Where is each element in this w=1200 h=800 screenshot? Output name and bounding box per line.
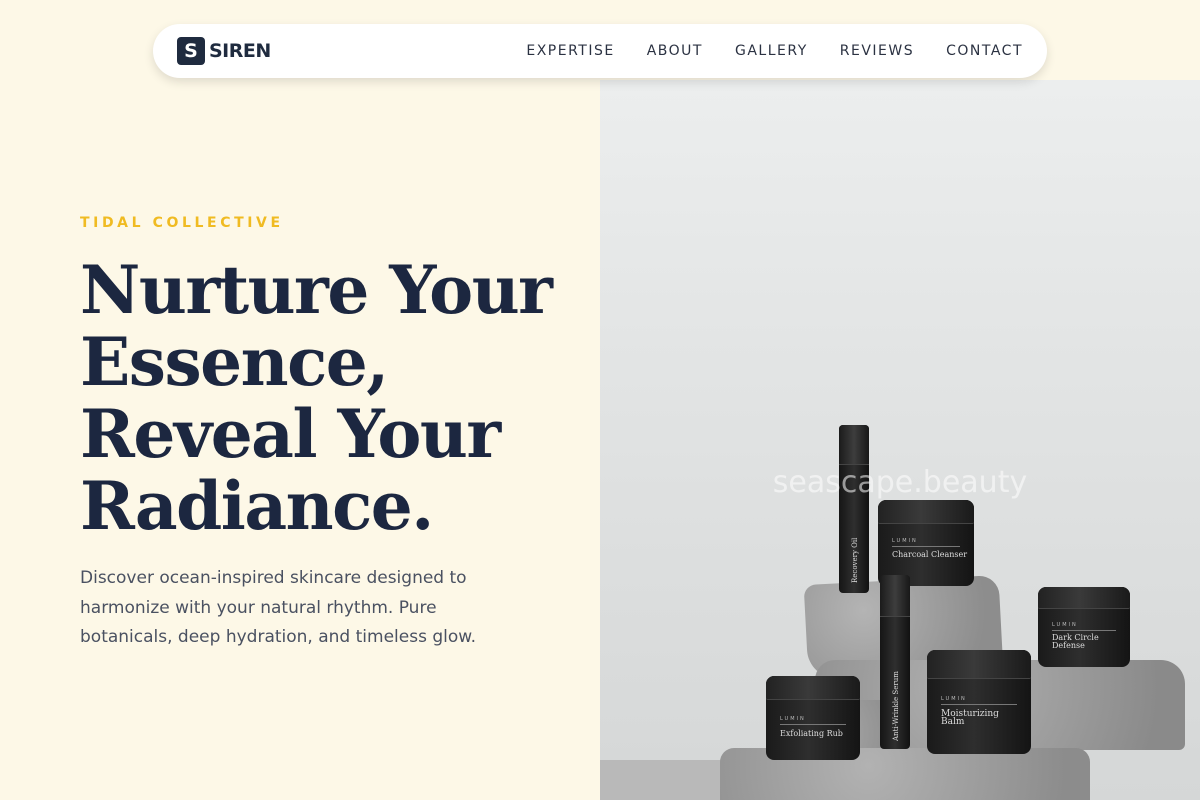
product-label: Charcoal Cleanser xyxy=(892,550,968,559)
product-brand: LUMIN xyxy=(892,538,918,544)
nav-link-expertise[interactable]: EXPERTISE xyxy=(526,43,614,59)
anti-wrinkle-serum-bottle: Anti-Wrinkle Serum xyxy=(880,575,910,749)
hero-description: Discover ocean-inspired skincare designe… xyxy=(80,568,476,647)
product-label: Dark Circle Defense xyxy=(1052,633,1099,650)
product-brand: LUMIN xyxy=(941,696,967,702)
headline-line: Essence, xyxy=(80,323,389,401)
product-label: Anti-Wrinkle Serum xyxy=(892,671,900,741)
nav-link-about[interactable]: ABOUT xyxy=(647,43,703,59)
exfoliating-rub-jar: LUMIN Exfoliating Rub xyxy=(766,676,860,760)
nav-link-contact[interactable]: CONTACT xyxy=(946,43,1023,59)
headline-line: Reveal Your xyxy=(80,395,501,473)
charcoal-cleanser-jar: LUMIN Charcoal Cleanser xyxy=(878,500,974,586)
nav-links: EXPERTISE ABOUT GALLERY REVIEWS CONTACT xyxy=(526,43,1023,59)
watermark: seascape.beauty xyxy=(772,465,1028,500)
navbar: S SIREN EXPERTISE ABOUT GALLERY REVIEWS … xyxy=(153,24,1047,78)
headline-line: Nurture Your xyxy=(80,251,553,329)
product-label: Recovery Oil xyxy=(851,537,859,583)
product-label: Moisturizing Balm xyxy=(941,709,999,727)
hero-product-image: Recovery Oil LUMIN Charcoal Cleanser LUM… xyxy=(600,80,1200,800)
hero-eyebrow: TIDAL COLLECTIVE xyxy=(80,215,284,231)
product-brand: LUMIN xyxy=(1052,622,1078,628)
logo-mark: S xyxy=(177,37,205,65)
moisturizing-balm-jar: LUMIN Moisturizing Balm xyxy=(927,650,1031,754)
headline-line: Radiance. xyxy=(80,467,434,545)
dark-circle-defense-jar: LUMIN Dark Circle Defense xyxy=(1038,587,1130,667)
nav-link-gallery[interactable]: GALLERY xyxy=(735,43,808,59)
product-brand: LUMIN xyxy=(780,716,806,722)
hero-headline: Nurture Your Essence, Reveal Your Radian… xyxy=(80,254,580,542)
nav-link-reviews[interactable]: REVIEWS xyxy=(840,43,914,59)
logo[interactable]: S SIREN xyxy=(177,37,271,65)
recovery-oil-bottle: Recovery Oil xyxy=(839,425,869,593)
product-label: Exfoliating Rub xyxy=(780,729,843,738)
logo-text: SIREN xyxy=(209,40,271,62)
